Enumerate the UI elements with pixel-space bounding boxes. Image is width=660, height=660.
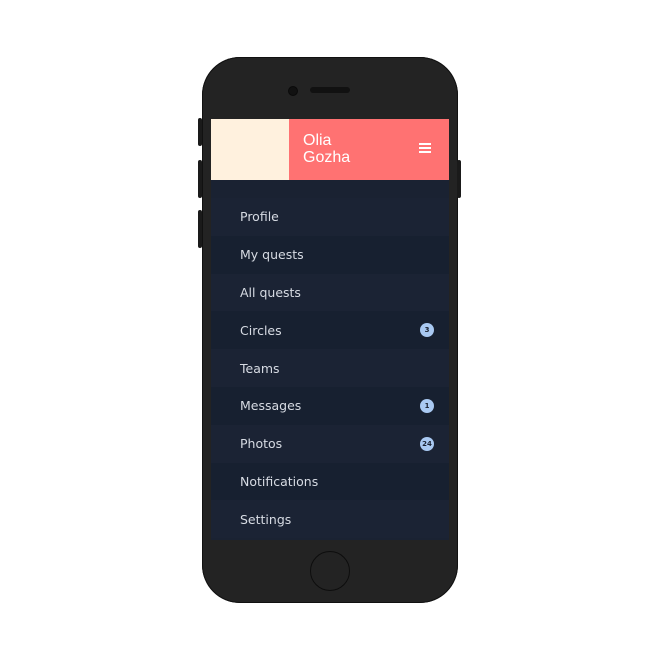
- user-first-name: Olia: [303, 132, 332, 149]
- menu-item-profile[interactable]: Profile: [211, 198, 449, 236]
- menu-item-my-quests[interactable]: My quests: [211, 235, 449, 274]
- menu-item-label: Teams: [240, 360, 280, 376]
- menu-item-teams[interactable]: Teams: [211, 349, 449, 387]
- front-camera: [288, 86, 298, 96]
- menu-item-notifications[interactable]: Notifications: [211, 462, 449, 501]
- menu-item-label: Photos: [240, 436, 283, 452]
- navigation-menu: Profile My quests All quests Circles 3 T…: [211, 198, 449, 539]
- menu-item-photos[interactable]: Photos 24: [211, 424, 449, 463]
- hamburger-icon[interactable]: [419, 143, 431, 153]
- volume-down-button: [198, 210, 202, 248]
- mute-switch: [198, 118, 202, 146]
- menu-item-messages[interactable]: Messages 1: [211, 386, 449, 425]
- count-badge: 3: [420, 323, 434, 338]
- power-button: [457, 160, 461, 198]
- earpiece-speaker: [310, 87, 350, 93]
- menu-item-label: Notifications: [240, 473, 319, 489]
- count-badge: 24: [420, 436, 434, 451]
- app-screen: Olia Gozha Profile My quests All quests …: [211, 119, 449, 540]
- menu-item-label: Settings: [240, 511, 292, 527]
- menu-item-label: Messages: [240, 398, 302, 414]
- user-last-name: Gozha: [303, 149, 351, 166]
- menu-item-circles[interactable]: Circles 3: [211, 311, 449, 350]
- menu-item-label: All quests: [240, 284, 301, 300]
- home-button[interactable]: [310, 551, 350, 591]
- menu-item-label: Circles: [240, 322, 282, 338]
- menu-item-label: Profile: [240, 209, 279, 225]
- user-panel: Olia Gozha: [289, 119, 449, 180]
- menu-item-all-quests[interactable]: All quests: [211, 273, 449, 312]
- user-name: Olia Gozha: [303, 132, 393, 166]
- app-header: Olia Gozha: [211, 119, 449, 180]
- avatar[interactable]: [211, 119, 289, 180]
- volume-up-button: [198, 160, 202, 198]
- menu-item-label: My quests: [240, 247, 304, 263]
- menu-item-settings[interactable]: Settings: [211, 500, 449, 539]
- count-badge: 1: [420, 398, 434, 413]
